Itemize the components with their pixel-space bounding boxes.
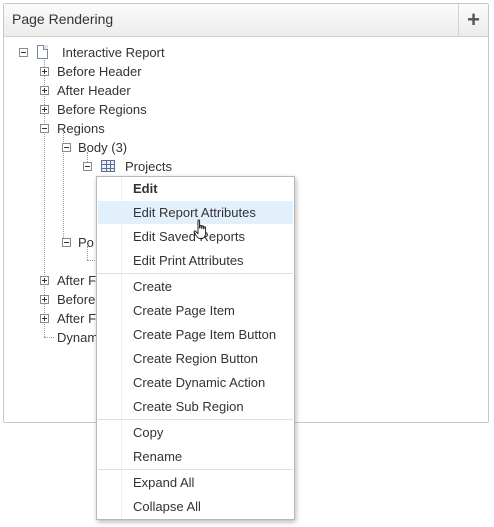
collapse-toggle-body[interactable] xyxy=(62,143,71,152)
add-button[interactable]: + xyxy=(458,4,488,36)
hand-pointer-icon xyxy=(193,219,207,239)
tree-node-body[interactable]: Body (3) xyxy=(78,140,127,155)
panel-title: Page Rendering xyxy=(12,11,114,27)
menu-item-rename[interactable]: Rename xyxy=(98,445,293,468)
page-icon xyxy=(37,45,48,59)
tree-node-projects[interactable]: Projects xyxy=(125,159,172,174)
tree-node-after-regions-partial[interactable]: After F xyxy=(57,273,96,288)
tree-node-post-partial[interactable]: Po xyxy=(78,235,94,250)
expand-toggle-before-footer[interactable] xyxy=(40,295,49,304)
menu-item-create-page-item[interactable]: Create Page Item xyxy=(98,299,293,322)
plus-icon: + xyxy=(467,7,480,32)
collapse-toggle-post[interactable] xyxy=(62,238,71,247)
menu-item-create-dynamic-action[interactable]: Create Dynamic Action xyxy=(98,371,293,394)
tree-connector xyxy=(87,260,95,261)
menu-item-collapse-all[interactable]: Collapse All xyxy=(98,495,293,518)
tree-node-after-footer-partial[interactable]: After F xyxy=(57,311,96,326)
menu-separator xyxy=(98,419,293,420)
expand-toggle-after-footer[interactable] xyxy=(40,314,49,323)
menu-item-edit[interactable]: Edit xyxy=(98,177,293,200)
menu-item-create-sub-region[interactable]: Create Sub Region xyxy=(98,395,293,418)
tree-node-before-header[interactable]: Before Header xyxy=(57,64,142,79)
tree-node-before-footer-partial[interactable]: Before xyxy=(57,292,95,307)
tree-connector xyxy=(44,337,54,338)
panel-header: Page Rendering + xyxy=(4,4,488,37)
collapse-toggle-regions[interactable] xyxy=(40,124,49,133)
menu-separator xyxy=(98,469,293,470)
menu-separator xyxy=(98,273,293,274)
collapse-toggle-root[interactable] xyxy=(19,48,28,57)
tree-node-regions[interactable]: Regions xyxy=(57,121,105,136)
menu-item-create-page-item-button[interactable]: Create Page Item Button xyxy=(98,323,293,346)
tree-node-after-header[interactable]: After Header xyxy=(57,83,131,98)
expand-toggle-after-regions[interactable] xyxy=(40,276,49,285)
menu-item-expand-all[interactable]: Expand All xyxy=(98,471,293,494)
collapse-toggle-projects[interactable] xyxy=(83,162,92,171)
menu-item-edit-print-attributes[interactable]: Edit Print Attributes xyxy=(98,249,293,272)
expand-toggle-before-regions[interactable] xyxy=(40,105,49,114)
menu-item-create-region-button[interactable]: Create Region Button xyxy=(98,347,293,370)
menu-item-create[interactable]: Create xyxy=(98,275,293,298)
expand-toggle-before-header[interactable] xyxy=(40,67,49,76)
expand-toggle-after-header[interactable] xyxy=(40,86,49,95)
menu-item-copy[interactable]: Copy xyxy=(98,421,293,444)
tree-node-before-regions[interactable]: Before Regions xyxy=(57,102,147,117)
tree-node-interactive-report[interactable]: Interactive Report xyxy=(62,45,165,60)
tree-node-dynamic-actions-partial[interactable]: Dynam xyxy=(57,330,98,345)
report-grid-icon xyxy=(101,160,115,172)
